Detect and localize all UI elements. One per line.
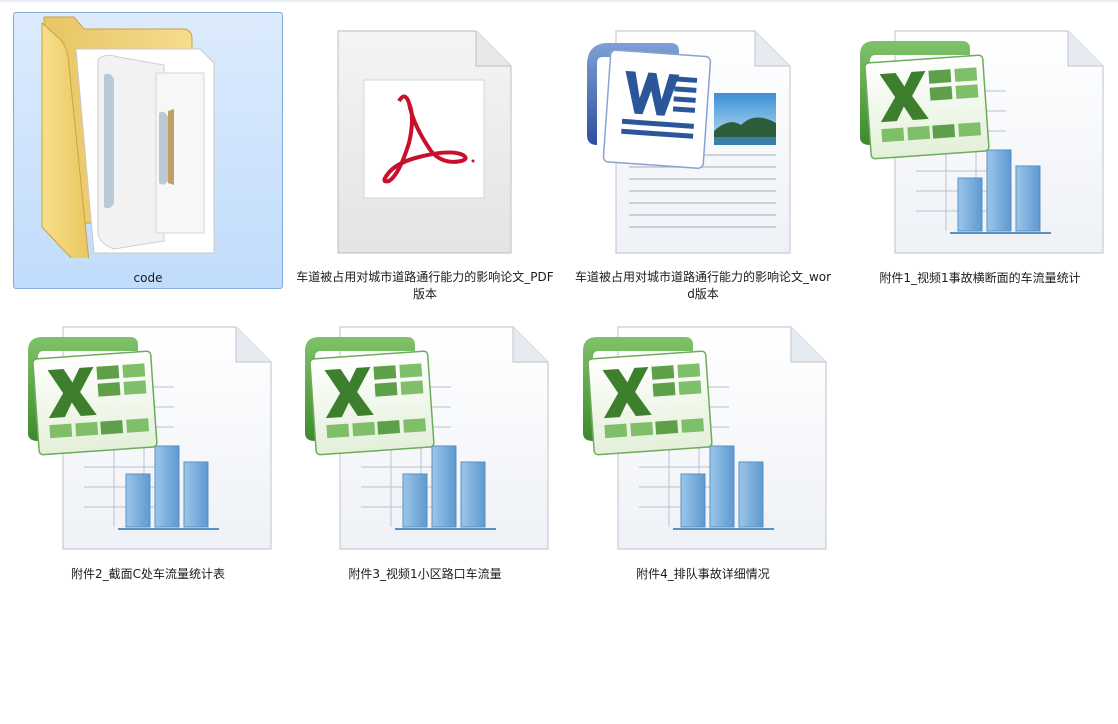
file-name: 附件3_视频1小区路口车流量	[348, 567, 502, 581]
excel-spreadsheet-icon	[859, 30, 1104, 254]
file-view: code 车道被占用对城市道路通行能力的影响论文_PDF版本 车道被占用对城市道…	[0, 0, 1118, 724]
file-item-pdf[interactable]: 车道被占用对城市道路通行能力的影响论文_PDF版本	[290, 12, 560, 301]
file-name: code	[133, 271, 163, 285]
file-name: 附件1_视频1事故横断面的车流量统计	[879, 271, 1081, 285]
excel-spreadsheet-icon	[582, 326, 827, 550]
excel-spreadsheet-icon	[27, 326, 272, 550]
file-item-folder[interactable]: code	[13, 12, 283, 289]
file-name: 车道被占用对城市道路通行能力的影响论文_word版本	[574, 270, 832, 301]
folder-icon	[41, 16, 215, 258]
word-document-icon	[587, 30, 791, 254]
file-item-word[interactable]: 车道被占用对城市道路通行能力的影响论文_word版本	[568, 12, 838, 301]
file-item-excel[interactable]: 附件1_视频1事故横断面的车流量统计	[845, 12, 1115, 289]
file-item-excel[interactable]: 附件2_截面C处车流量统计表	[13, 308, 283, 585]
file-name: 附件4_排队事故详细情况	[636, 567, 770, 581]
file-item-excel[interactable]: 附件4_排队事故详细情况	[568, 308, 838, 585]
file-name: 车道被占用对城市道路通行能力的影响论文_PDF版本	[296, 270, 554, 301]
pdf-document-icon	[337, 30, 512, 254]
excel-spreadsheet-icon	[304, 326, 549, 550]
file-item-excel[interactable]: 附件3_视频1小区路口车流量	[290, 308, 560, 585]
file-name: 附件2_截面C处车流量统计表	[70, 567, 225, 581]
